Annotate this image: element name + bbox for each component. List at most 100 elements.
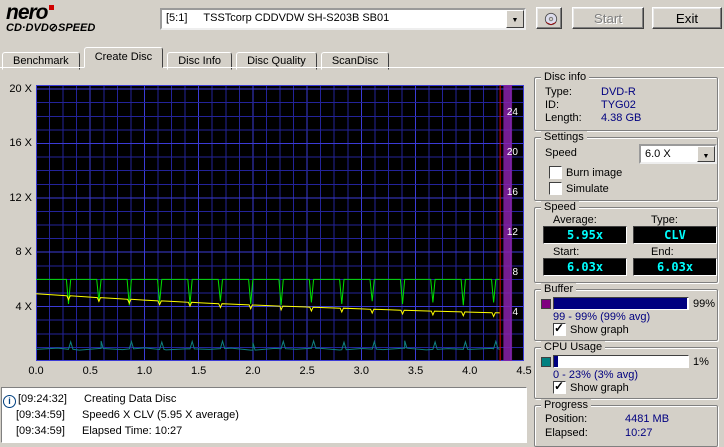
log-timestamp: [09:34:59] [16,409,65,421]
disc-id-label: ID: [545,99,560,111]
cpu-range-text: 0 - 23% (3% avg) [553,369,638,381]
disc-info-group: Disc info Type: DVD-R ID: TYG02 Length: … [534,71,718,131]
log-row: [09:34:59] Elapsed Time: 10:27 [2,423,526,439]
burn-image-checkbox[interactable]: Burn image [549,166,622,179]
buffer-color-swatch [541,299,551,309]
log-message: Creating Data Disc [84,393,177,405]
nero-logo: nero CD·DVDSPEED [6,2,95,34]
speed-group-title: Speed [541,201,579,213]
buffer-level-bar [553,297,689,310]
drive-select-value: [5:1] TSSTcorp CDDVDW SH-S203B SB01 [166,12,390,24]
svg-text:12: 12 [507,227,519,238]
y-axis-tick: 8 X [15,246,32,259]
y-axis-tick: 20 X [9,83,32,96]
checkbox-label: Show graph [570,323,629,336]
write-speed-select[interactable]: 6.0 X [639,144,717,164]
svg-text:8: 8 [512,267,518,278]
disc-glyph-icon [49,23,58,34]
svg-text:16: 16 [507,187,519,198]
log-message: Speed6 X CLV (5.95 X average) [82,409,239,421]
write-graph-plot: 24 20 16 12 8 4 [36,85,524,361]
create-disc-panel: 24 20 16 12 8 4 20 X 16 X 12 X 8 X 4 X 0.0 0.5 1.0 1… [0,67,724,447]
x-axis-tick: 0.5 [82,365,98,377]
event-log: [09:24:32] Creating Data Disc [09:34:59] Sp… [1,387,527,443]
x-axis-tick: 4.0 [462,365,478,377]
position-value: 4481 MB [625,413,670,425]
log-timestamp: [09:24:32] [18,393,67,405]
buffer-show-graph-checkbox[interactable]: Show graph [553,321,629,336]
exit-button[interactable]: Exit [652,7,722,29]
settings-title: Settings [541,131,587,143]
y-axis-tick: 16 X [9,137,32,150]
y-axis-tick: 12 X [9,191,32,204]
x-axis-tick: 3.0 [353,365,369,377]
elapsed-label: Elapsed: [545,427,588,439]
cpu-usage-title: CPU Usage [541,341,606,353]
simulate-checkbox[interactable]: Simulate [549,182,609,195]
nero-logo-text: nero [6,1,49,24]
cpu-usage-bar [553,355,689,368]
drive-select[interactable]: [5:1] TSSTcorp CDDVDW SH-S203B SB01 [160,8,526,30]
chevron-down-icon[interactable] [506,10,524,28]
speed-setting-label: Speed [545,147,577,159]
log-row: [09:24:32] Creating Data Disc [2,391,526,408]
eject-button[interactable] [536,7,562,29]
settings-group: Settings Speed 6.0 X Burn image Simulate [534,131,718,201]
y-axis-tick: 4 X [15,300,32,313]
start-label: Start: [553,246,580,258]
disc-length-value: 4.38 GB [601,112,642,124]
average-label: Average: [553,214,597,226]
disc-id-value: TYG02 [601,99,636,111]
chevron-down-icon[interactable] [697,146,715,162]
cpu-usage-group: CPU Usage 1% 0 - 23% (3% avg) Show graph [534,341,718,399]
cd-dvd-speed-logo-text: CD·DVDSPEED [6,23,95,34]
cpu-percent: 1% [693,356,709,368]
x-axis-tick: 2.5 [299,365,315,377]
side-panel: Disc info Type: DVD-R ID: TYG02 Length: … [530,71,722,447]
checkbox-box [553,379,566,394]
disc-icon [544,13,558,26]
disc-length-label: Length: [545,112,582,124]
buffer-percent: 99% [693,298,716,310]
checkbox-label: Simulate [566,182,609,195]
elapsed-value: 10:27 [625,427,653,439]
svg-text:4: 4 [512,307,518,318]
speed-group: Speed Average: Type: 5.95x CLV Start: En… [534,201,718,283]
disc-info-title: Disc info [541,71,590,83]
start-speed-display: 6.03x [543,258,627,276]
svg-text:24: 24 [507,107,519,118]
cpu-show-graph-checkbox[interactable]: Show graph [553,379,629,394]
tab-strip: Benchmark Create Disc Disc Info Disc Qua… [2,47,390,70]
checkbox-box [553,321,566,336]
average-speed-display: 5.95x [543,226,627,244]
position-label: Position: [545,413,588,425]
nero-logo-red-dot-icon [48,5,54,10]
write-type-display: CLV [633,226,717,244]
checkbox-label: Burn image [566,166,623,179]
x-axis-tick: 1.5 [191,365,207,377]
disc-type-label: Type: [545,86,572,98]
start-button[interactable]: Start [572,7,644,29]
write-speed-value: 6.0 X [645,148,671,160]
end-label: End: [651,246,674,258]
x-axis-tick: 3.5 [407,365,424,377]
checkbox-label: Show graph [570,381,629,394]
disc-type-value: DVD-R [601,86,636,98]
checkbox-box [549,182,562,195]
checkbox-box [549,166,562,179]
progress-title: Progress [541,399,592,411]
type-label: Type: [651,214,678,226]
x-axis-tick: 1.0 [136,365,153,377]
buffer-range-text: 99 - 99% (99% avg) [553,311,651,323]
log-message: Elapsed Time: 10:27 [82,425,183,437]
log-timestamp: [09:34:59] [16,425,65,437]
x-axis-tick: 0.0 [28,365,44,377]
x-axis-tick: 2.0 [245,365,261,377]
end-speed-display: 6.03x [633,258,717,276]
buffer-group: Buffer 99% 99 - 99% (99% avg) Show graph [534,283,718,341]
nero-cd-dvd-speed-window: nero CD·DVDSPEED [5:1]TSSTcorp CDDVDW SH… [0,0,724,447]
tab-create-disc[interactable]: Create Disc [83,47,164,68]
buffer-title: Buffer [541,283,577,295]
svg-text:20: 20 [507,147,519,158]
write-speed-chart: 24 20 16 12 8 4 20 X 16 X 12 X 8 X 4 X 0.0 0.5 1.0 1… [0,68,531,378]
